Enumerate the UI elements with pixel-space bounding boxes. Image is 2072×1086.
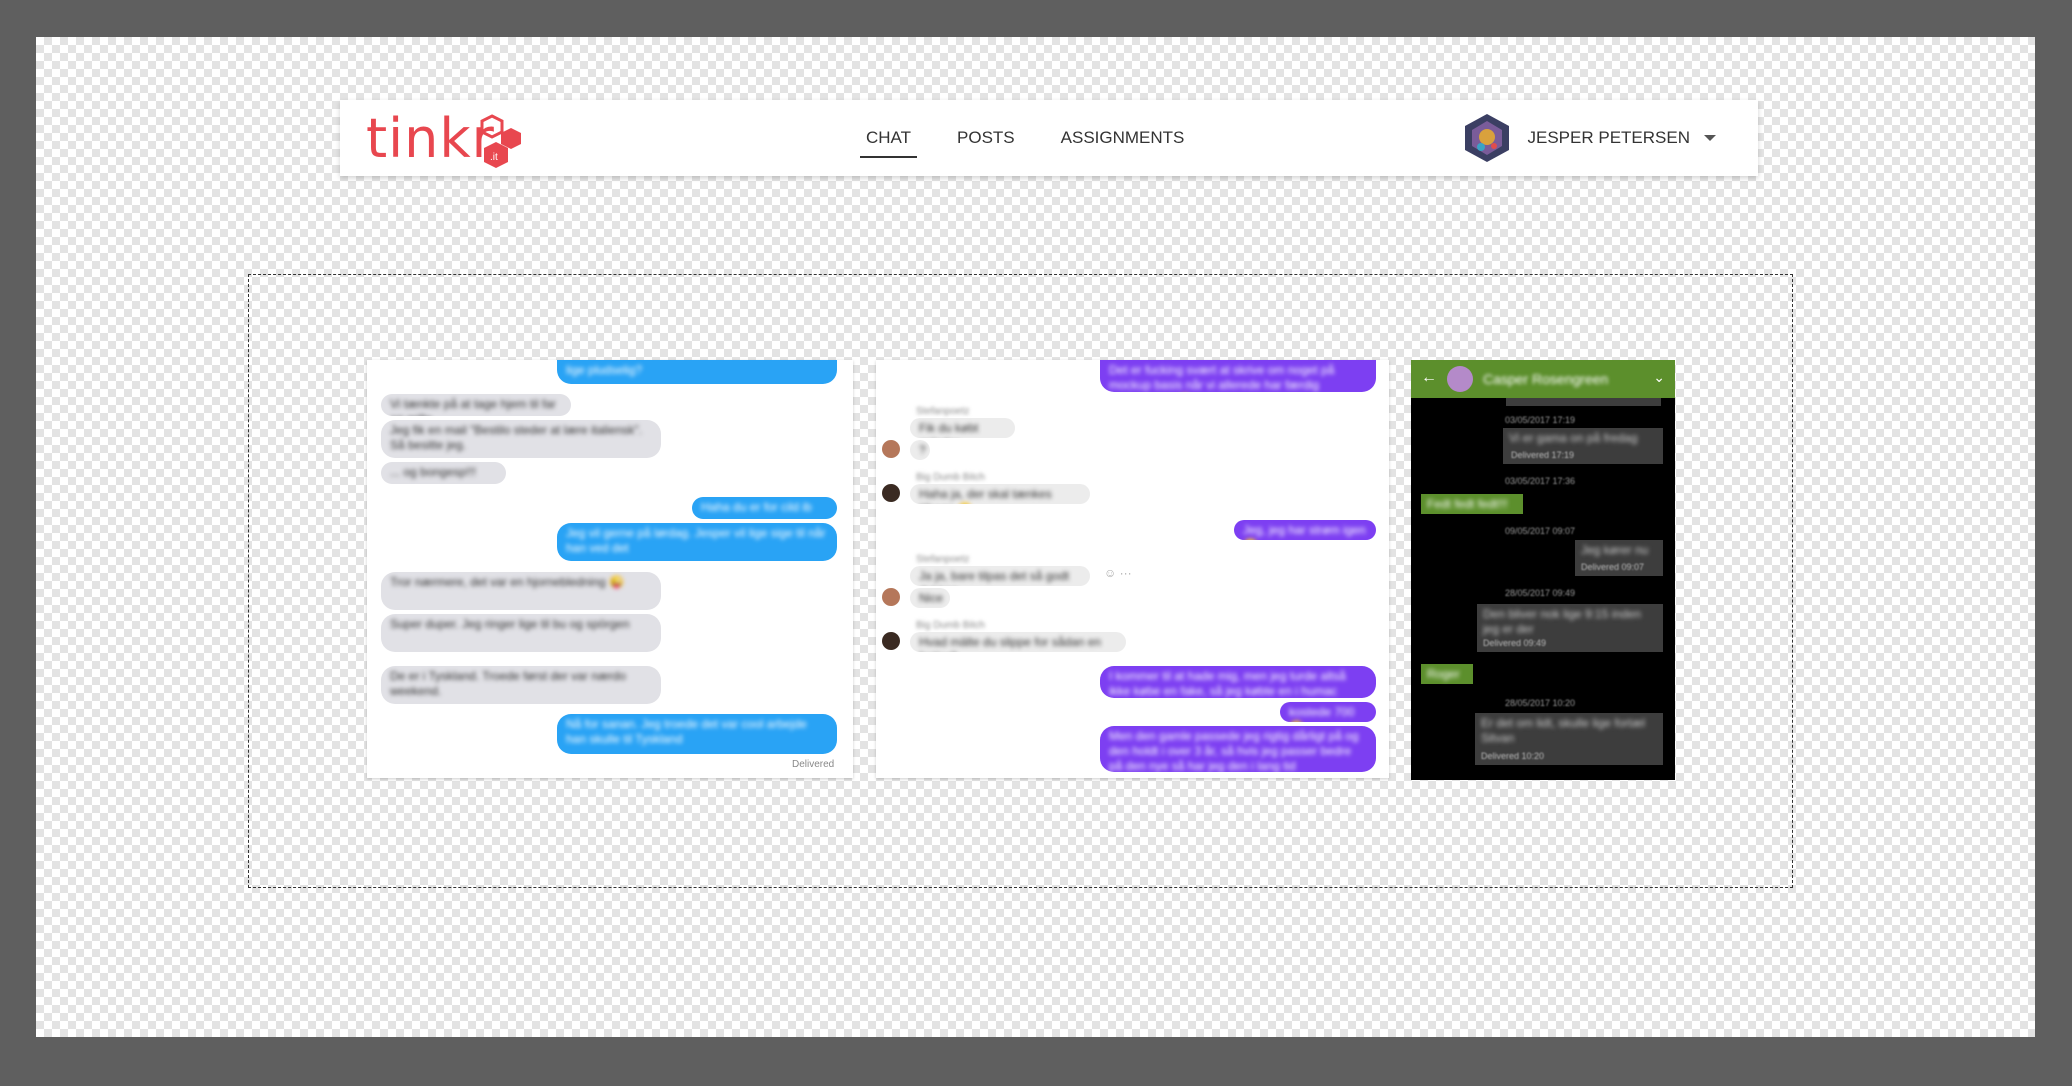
user-menu[interactable]: JESPER PETERSEN (1464, 100, 1716, 176)
navbar: tinkr .it CHAT POSTS ASSIGNMENTS JESPER … (340, 100, 1758, 176)
nav-posts[interactable]: POSTS (951, 124, 1021, 152)
message-bubble: Haha ja, der skal tænkes tilbage 😊 (910, 484, 1090, 504)
sender-avatar (882, 588, 900, 606)
sender-avatar (882, 632, 900, 650)
user-avatar-icon (1464, 114, 1509, 162)
chat-screenshot-android[interactable]: ← Casper Rosengreen ⌄ 03/05/2017 17:19 V… (1411, 360, 1675, 780)
emoji-icon[interactable]: ☺ ··· (1104, 566, 1132, 580)
message-bubble: Roger (1421, 664, 1473, 684)
message-bubble: Fik du købt oplader (910, 418, 1015, 438)
sender-name: Big Dumb Bitch (916, 620, 985, 631)
message-bubble: Haha du er for cild ib (692, 497, 837, 519)
user-name: JESPER PETERSEN (1527, 128, 1691, 147)
timestamp: 28/05/2017 09:49 (1505, 588, 1576, 598)
caret-down-icon[interactable] (1704, 135, 1716, 141)
message-bubble: Vi tænkte på at tage hjem til far og gri… (381, 394, 571, 416)
message-bubble: I kommer til at hade mig, men jeg turde … (1100, 666, 1376, 698)
message-bubble: Jeg fik en mail "Bestilo steder at lære … (381, 420, 661, 458)
nav-chat[interactable]: CHAT (860, 124, 918, 158)
back-arrow-icon[interactable]: ← (1421, 369, 1437, 387)
contact-avatar (1447, 366, 1473, 392)
timestamp: 28/05/2017 10:20 (1505, 698, 1576, 708)
sender-name: Stefanpoetz (916, 554, 970, 565)
logo-badge: .it (490, 152, 498, 163)
chat-screenshot-imessage[interactable]: lige pludselig? Vi tænkte på at tage hje… (367, 360, 853, 778)
message-bubble: ... og bongesp!!! (381, 462, 506, 484)
nav-links: CHAT POSTS ASSIGNMENTS (860, 100, 1190, 176)
message-bubble: Er det om lidt, skulle lige fortæl Sitva… (1475, 713, 1663, 765)
message-bubble: Men den gamle passede jeg rigtig dårligt… (1100, 726, 1376, 772)
sender-avatar (882, 484, 900, 502)
conversation-header: ← Casper Rosengreen ⌄ (1411, 360, 1675, 398)
hexagon-logo-icon: .it (480, 114, 521, 168)
message-bubble-partial (1506, 398, 1661, 406)
timestamp: 09/05/2017 09:07 (1505, 526, 1576, 536)
message-bubble: Det er fucking svært at skrive om noget … (1100, 360, 1376, 392)
message-bubble: lige pludselig? (557, 360, 837, 384)
message-bubble: Jeg kører nu Delivered 09:07 (1575, 540, 1663, 576)
nav-assignments[interactable]: ASSIGNMENTS (1055, 124, 1191, 152)
message-bubble: Den bliver nok lige 9:15 inden jeg er de… (1477, 604, 1663, 652)
message-bubble: Ja ja, bare tilpas det så godt det kan (910, 566, 1090, 586)
timestamp: 03/05/2017 17:36 (1505, 476, 1576, 486)
message-bubble: Jeg, jeg har strøm igen 😊 (1234, 520, 1376, 540)
message-bubble: Vi er gama on på fredag Delivered 17:19 (1503, 428, 1663, 464)
message-bubble: Nice (910, 588, 950, 608)
delivered-status: Delivered (792, 759, 835, 770)
message-bubble: Tror nærmere, det var en hjornebledning … (381, 572, 661, 610)
sender-name: Stefanpoetz (916, 406, 970, 417)
timestamp: 03/05/2017 17:19 (1505, 415, 1576, 425)
message-bubble: kostede 700 😊 (1280, 702, 1376, 722)
message-bubble: Hvad mälte du slippe for sådan en fætter… (910, 632, 1126, 652)
sender-avatar (882, 440, 900, 458)
message-bubble: De er i Tyskland. Troede først der var n… (381, 666, 661, 704)
message-bubble: Nå for sanan. Jeg troede det var cool ar… (557, 714, 837, 754)
contact-name: Casper Rosengreen (1483, 371, 1609, 387)
message-bubble: ? (910, 440, 930, 460)
message-bubble: Jeg vil gerne på lørdag. Jesper vil lige… (557, 523, 837, 561)
chat-screenshot-messenger[interactable]: Det er fucking svært at skrive om noget … (876, 360, 1389, 778)
message-bubble: Fedt fedt fedt!!! (1421, 494, 1523, 514)
message-bubble: Super duper. Jeg ringer lige til bu og s… (381, 614, 661, 652)
chevron-down-icon[interactable]: ⌄ (1653, 369, 1665, 386)
sender-name: Big Dumb Bitch (916, 472, 985, 483)
logo[interactable]: tinkr .it (366, 112, 521, 168)
